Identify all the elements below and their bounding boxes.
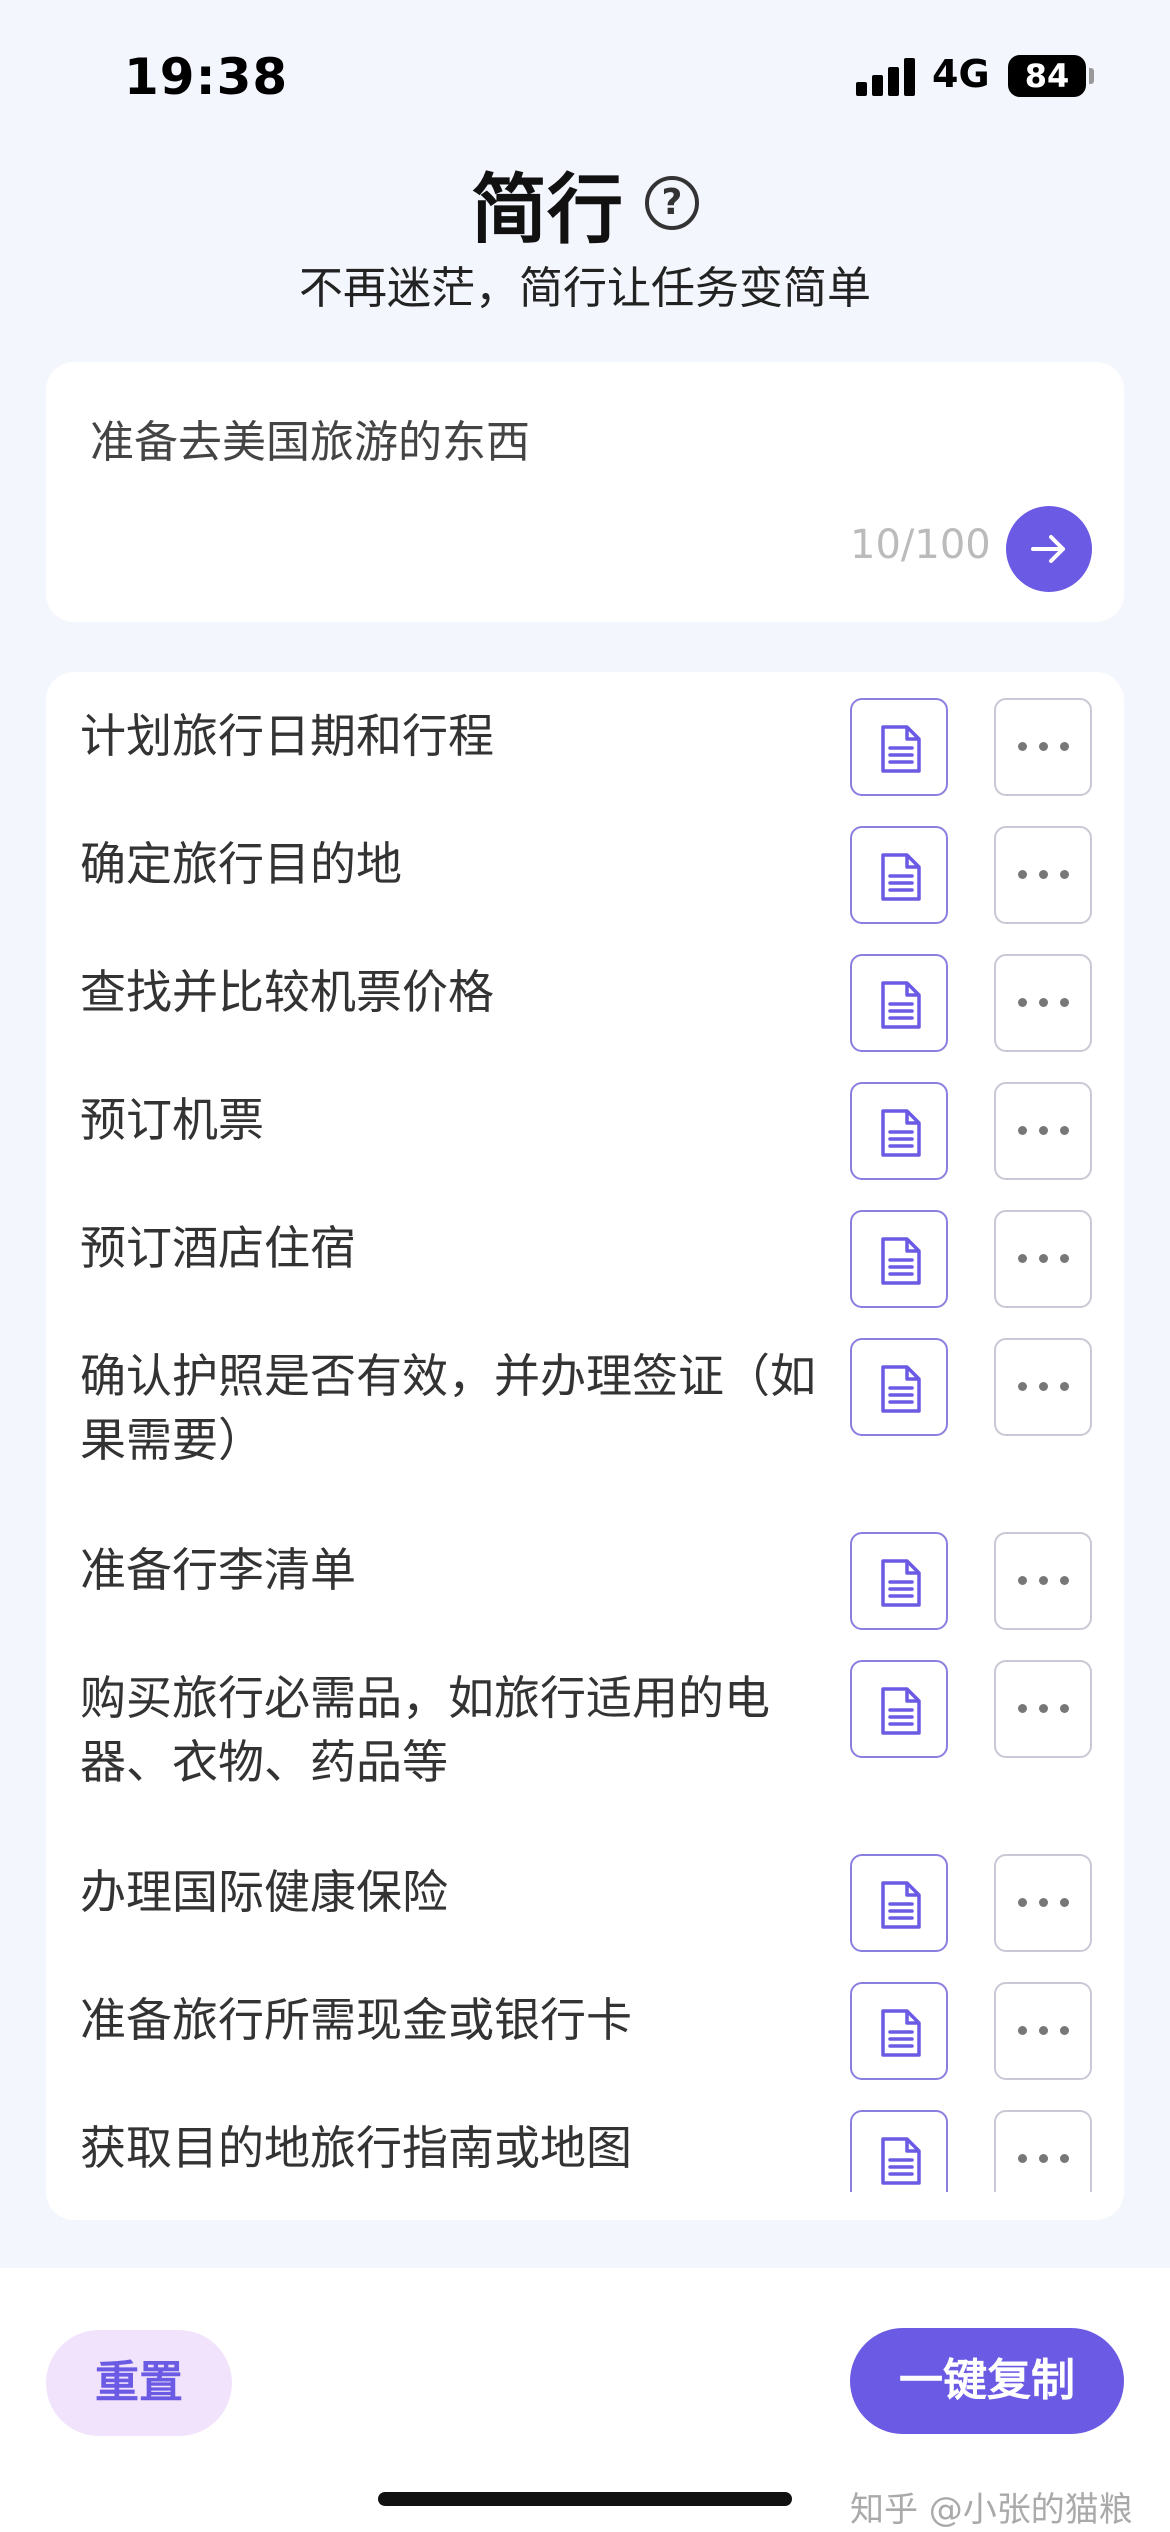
document-icon bbox=[881, 981, 921, 1029]
home-indicator[interactable] bbox=[378, 2492, 792, 2506]
more-dots-icon bbox=[1018, 1126, 1070, 1136]
task-more-button[interactable] bbox=[994, 1854, 1092, 1952]
battery-icon: 84 bbox=[1008, 55, 1086, 97]
task-more-button[interactable] bbox=[994, 954, 1092, 1052]
more-dots-icon bbox=[1018, 1382, 1070, 1392]
task-input[interactable]: 准备去美国旅游的东西 bbox=[90, 406, 530, 470]
app-title-text: 简行 bbox=[471, 165, 623, 254]
task-more-button[interactable] bbox=[994, 1338, 1092, 1436]
task-row: 购买旅行必需品，如旅行适用的电器、衣物、药品等 bbox=[46, 1658, 1124, 1789]
document-icon bbox=[881, 1109, 921, 1157]
app-subtitle: 不再迷茫，简行让任务变简单 bbox=[299, 263, 871, 314]
task-row: 计划旅行日期和行程 bbox=[46, 696, 1124, 816]
battery-level: 84 bbox=[1024, 57, 1070, 95]
task-label: 计划旅行日期和行程 bbox=[80, 709, 494, 763]
more-dots-icon bbox=[1018, 1576, 1070, 1586]
task-label: 查找并比较机票价格 bbox=[80, 965, 494, 1019]
more-dots-icon bbox=[1018, 742, 1070, 752]
document-icon bbox=[881, 1559, 921, 1607]
document-icon bbox=[881, 2009, 921, 2057]
task-label: 确定旅行目的地 bbox=[80, 837, 402, 891]
more-dots-icon bbox=[1018, 998, 1070, 1008]
bottom-action-bar: 重置 一键复制 知乎 @小张的猫粮 bbox=[0, 2268, 1170, 2532]
task-label: 购买旅行必需品，如旅行适用的电器、衣物、药品等 bbox=[80, 1671, 770, 1789]
task-label: 预订机票 bbox=[80, 1093, 264, 1147]
document-icon bbox=[881, 725, 921, 773]
task-detail-button[interactable] bbox=[850, 698, 948, 796]
document-icon bbox=[881, 1687, 921, 1735]
task-row: 确定旅行目的地 bbox=[46, 824, 1124, 944]
battery-tip bbox=[1089, 68, 1094, 84]
status-bar: 19:38 4G 84 bbox=[0, 0, 1170, 150]
task-more-button[interactable] bbox=[994, 1082, 1092, 1180]
app-screen: 19:38 4G 84 简行? 不再迷茫，简行让任务变简单 准备去美国旅游的东西… bbox=[0, 0, 1170, 2532]
task-row: 查找并比较机票价格 bbox=[46, 952, 1124, 1072]
task-row: 准备行李清单 bbox=[46, 1530, 1124, 1650]
task-list[interactable]: 计划旅行日期和行程 确定旅行目的地查找并比较机票价格 预订机票预订酒店住宿确认护照是… bbox=[46, 672, 1124, 2192]
task-row: 预订机票 bbox=[46, 1080, 1124, 1200]
task-row: 预订酒店住宿 bbox=[46, 1208, 1124, 1328]
network-type: 4G bbox=[932, 52, 990, 96]
task-more-button[interactable] bbox=[994, 826, 1092, 924]
more-dots-icon bbox=[1018, 1254, 1070, 1264]
task-row: 准备旅行所需现金或银行卡 bbox=[46, 1980, 1124, 2100]
question-circle-icon[interactable]: ? bbox=[645, 176, 699, 230]
more-dots-icon bbox=[1018, 870, 1070, 880]
task-detail-button[interactable] bbox=[850, 2110, 948, 2192]
task-more-button[interactable] bbox=[994, 2110, 1092, 2192]
document-icon bbox=[881, 1881, 921, 1929]
document-icon bbox=[881, 1237, 921, 1285]
document-icon bbox=[881, 2137, 921, 2185]
char-counter: 10/100 bbox=[850, 522, 991, 568]
more-dots-icon bbox=[1018, 1704, 1070, 1714]
task-input-card: 准备去美国旅游的东西 10/100 bbox=[46, 362, 1124, 622]
copy-all-button[interactable]: 一键复制 bbox=[850, 2328, 1124, 2434]
task-label: 准备旅行所需现金或银行卡 bbox=[80, 1993, 632, 2047]
task-more-button[interactable] bbox=[994, 1982, 1092, 2080]
arrow-right-icon bbox=[1031, 535, 1065, 563]
task-more-button[interactable] bbox=[994, 1532, 1092, 1630]
task-row: 确认护照是否有效，并办理签证（如果需要） bbox=[46, 1336, 1124, 1467]
task-more-button[interactable] bbox=[994, 698, 1092, 796]
task-detail-button[interactable] bbox=[850, 1082, 948, 1180]
more-dots-icon bbox=[1018, 2026, 1070, 2036]
task-detail-button[interactable] bbox=[850, 1660, 948, 1758]
reset-button[interactable]: 重置 bbox=[46, 2330, 232, 2436]
more-dots-icon bbox=[1018, 1898, 1070, 1908]
task-more-button[interactable] bbox=[994, 1210, 1092, 1308]
task-more-button[interactable] bbox=[994, 1660, 1092, 1758]
task-detail-button[interactable] bbox=[850, 1210, 948, 1308]
task-row: 办理国际健康保险 bbox=[46, 1852, 1124, 1972]
task-label: 办理国际健康保险 bbox=[80, 1865, 448, 1919]
task-detail-button[interactable] bbox=[850, 954, 948, 1052]
more-dots-icon bbox=[1018, 2154, 1070, 2164]
task-detail-button[interactable] bbox=[850, 1982, 948, 2080]
task-list-card: 计划旅行日期和行程 确定旅行目的地查找并比较机票价格 预订机票预订酒店住宿确认护照是… bbox=[46, 672, 1124, 2220]
watermark-text: 知乎 @小张的猫粮 bbox=[850, 2490, 1133, 2530]
task-label: 获取目的地旅行指南或地图 bbox=[80, 2121, 632, 2175]
signal-icon bbox=[856, 58, 916, 96]
task-label: 准备行李清单 bbox=[80, 1543, 356, 1597]
page-title: 简行? bbox=[0, 148, 1170, 258]
task-row: 获取目的地旅行指南或地图 bbox=[46, 2108, 1124, 2192]
task-detail-button[interactable] bbox=[850, 1854, 948, 1952]
document-icon bbox=[881, 1365, 921, 1413]
task-detail-button[interactable] bbox=[850, 826, 948, 924]
task-detail-button[interactable] bbox=[850, 1338, 948, 1436]
task-detail-button[interactable] bbox=[850, 1532, 948, 1630]
send-button[interactable] bbox=[1006, 506, 1092, 592]
task-label: 预订酒店住宿 bbox=[80, 1221, 356, 1275]
document-icon bbox=[881, 853, 921, 901]
task-label: 确认护照是否有效，并办理签证（如果需要） bbox=[80, 1349, 816, 1467]
status-time: 19:38 bbox=[124, 48, 289, 106]
